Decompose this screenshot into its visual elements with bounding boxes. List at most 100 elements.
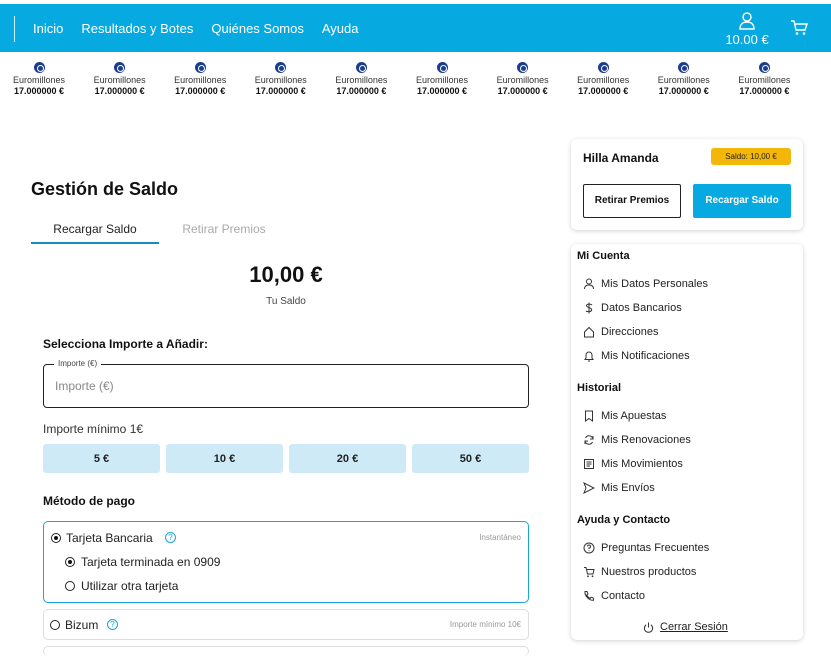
menu-item[interactable]: Mis Movimientos <box>583 457 683 471</box>
ticker-game-name: Euromillones <box>335 75 388 85</box>
menu-item[interactable]: Mis Notificaciones <box>583 349 690 363</box>
ticker-item[interactable]: Euromillones 17.000000 € <box>572 62 634 97</box>
menu-item[interactable]: Datos Bancarios <box>583 301 682 315</box>
nav-balance: 10.00 € <box>725 32 769 47</box>
menu-section-title: Ayuda y Contacto <box>577 514 671 526</box>
card-hint: Instantáneo <box>479 533 521 542</box>
card-radio[interactable] <box>51 533 61 543</box>
amount-input[interactable] <box>55 377 515 395</box>
amount-50-button[interactable]: 50 € <box>412 444 529 473</box>
withdraw-button[interactable]: Retirar Premios <box>583 184 681 218</box>
menu-item-label: Nuestros productos <box>601 566 697 578</box>
ticker-item[interactable]: Euromillones 17.000000 € <box>250 62 312 97</box>
ticker-item[interactable]: Euromillones 17.000000 € <box>330 62 392 97</box>
nav-link-ayuda[interactable]: Ayuda <box>322 21 359 36</box>
amount-10-button[interactable]: 10 € <box>166 444 283 473</box>
logout-button[interactable]: Cerrar Sesión <box>643 621 728 633</box>
phone-icon <box>584 591 594 601</box>
payment-option-card[interactable]: Tarjeta Bancaria ? Instantáneo Tarjeta t… <box>43 521 529 603</box>
ticker-jackpot: 17.000000 € <box>739 86 790 96</box>
amount-field-label: Importe (€) <box>54 359 102 368</box>
menu-item[interactable]: Contacto <box>583 589 645 603</box>
card-option-label: Tarjeta Bancaria <box>66 531 153 545</box>
euromillones-icon <box>275 62 287 73</box>
ticker-jackpot: 17.000000 € <box>255 86 306 96</box>
dollar-icon <box>585 302 593 314</box>
top-navbar: Inicio Resultados y Botes Quiénes Somos … <box>0 4 831 52</box>
account-menu: Cerrar Sesión Mi Cuenta Mis Datos Persona… <box>571 244 803 640</box>
page-title: Gestión de Saldo <box>31 179 179 199</box>
menu-item[interactable]: Preguntas Frecuentes <box>583 541 709 555</box>
saved-card-label: Tarjeta terminada en 0909 <box>81 555 221 569</box>
saved-card-radio[interactable] <box>65 557 75 567</box>
ticker-item[interactable]: Euromillones 17.000000 € <box>89 62 151 97</box>
cart-button[interactable] <box>790 20 808 41</box>
euromillones-icon <box>597 62 609 73</box>
amount-5-button[interactable]: 5 € <box>43 444 160 473</box>
balance-badge: Saldo: 10,00 € <box>711 148 791 165</box>
menu-item[interactable]: Nuestros productos <box>583 565 696 579</box>
menu-item-label: Mis Movimientos <box>601 458 683 470</box>
ticker-game-name: Euromillones <box>254 75 307 85</box>
send-icon <box>583 482 595 494</box>
menu-item-label: Datos Bancarios <box>601 302 682 314</box>
nav-link-inicio[interactable]: Inicio <box>33 21 63 36</box>
tab-retirar-premios[interactable]: Retirar Premios <box>169 218 279 244</box>
ticker-item[interactable]: Euromillones 17.000000 € <box>492 62 554 97</box>
ticker-jackpot: 17.000000 € <box>416 86 468 96</box>
ticker-item[interactable]: Euromillones 17.000000 € <box>8 62 70 97</box>
ticker-game-name: Euromillones <box>577 75 630 85</box>
ticker-jackpot: 17.000000 € <box>336 86 387 96</box>
user-name: Hilla Amanda <box>583 151 659 165</box>
balance-label: Tu Saldo <box>266 296 306 307</box>
menu-item[interactable]: Mis Envíos <box>583 481 655 495</box>
payment-option-next[interactable] <box>43 646 529 656</box>
euromillones-icon <box>758 62 770 73</box>
amount-20-button[interactable]: 20 € <box>289 444 406 473</box>
min-amount-label: Importe mínimo 1€ <box>43 422 144 436</box>
ticker-jackpot: 17.000000 € <box>658 86 709 96</box>
tab-recargar-saldo[interactable]: Recargar Saldo <box>31 218 159 244</box>
cart-icon <box>791 20 808 35</box>
home-icon <box>584 326 594 338</box>
recharge-button[interactable]: Recargar Saldo <box>693 184 791 218</box>
menu-item[interactable]: Mis Apuestas <box>583 409 666 423</box>
help-icon[interactable]: ? <box>165 532 176 543</box>
nav-link-quienes-somos[interactable]: Quiénes Somos <box>211 21 304 36</box>
ticker-item[interactable]: Euromillones 17.000000 € <box>411 62 473 97</box>
menu-item-label: Mis Datos Personales <box>601 278 708 290</box>
menu-item[interactable]: Direcciones <box>583 325 658 339</box>
list-icon <box>584 459 594 469</box>
euromillones-icon <box>517 62 529 73</box>
nav-link-resultados[interactable]: Resultados y Botes <box>81 21 193 36</box>
ticker-item[interactable]: Euromillones 17.000000 € <box>653 62 715 97</box>
balance-value: 10,00 € <box>249 262 323 287</box>
ticker-game-name: Euromillones <box>496 75 549 85</box>
account-button[interactable]: 10.00 € <box>722 12 772 47</box>
ticker-game-name: Euromillones <box>738 75 791 85</box>
help-icon[interactable]: ? <box>107 619 118 630</box>
bizum-radio[interactable] <box>50 620 60 630</box>
payment-option-bizum[interactable]: Bizum ? Importe mínimo 10€ <box>43 609 529 640</box>
menu-item-label: Direcciones <box>601 326 659 338</box>
euromillones-icon <box>678 62 690 73</box>
menu-item[interactable]: Mis Datos Personales <box>583 277 708 291</box>
ticker-game-name: Euromillones <box>415 75 469 85</box>
menu-item[interactable]: Mis Renovaciones <box>583 433 691 447</box>
euromillones-icon <box>114 62 126 73</box>
other-card-label: Utilizar otra tarjeta <box>81 579 179 593</box>
euromillones-icon <box>194 62 206 73</box>
quick-amounts: 5 € 10 € 20 € 50 € <box>43 444 529 473</box>
ticker-item[interactable]: Euromillones 17.000000 € <box>733 62 795 97</box>
menu-item-label: Mis Notificaciones <box>601 350 690 362</box>
amount-field: Importe (€) <box>43 359 529 408</box>
menu-item-label: Contacto <box>601 590 646 602</box>
ticker-game-name: Euromillones <box>174 75 227 85</box>
euromillones-icon <box>436 62 448 73</box>
other-card-radio[interactable] <box>65 581 75 591</box>
menu-item-label: Mis Renovaciones <box>601 434 691 446</box>
ticker-item[interactable]: Euromillones 17.000000 € <box>169 62 231 97</box>
ticker-game-name: Euromillones <box>657 75 710 85</box>
user-icon <box>584 278 594 290</box>
bizum-hint: Importe mínimo 10€ <box>449 620 521 629</box>
